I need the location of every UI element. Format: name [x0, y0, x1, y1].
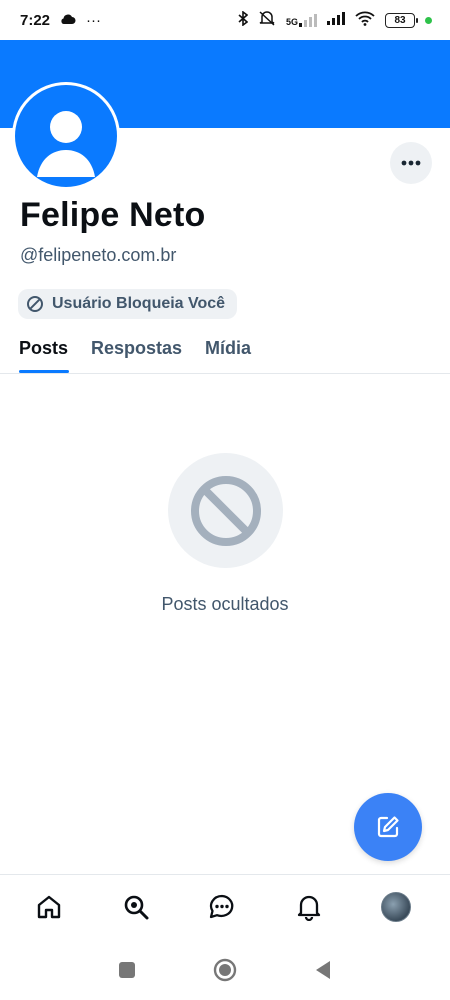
back-button[interactable]: [311, 958, 335, 982]
nav-search-button[interactable]: [118, 889, 154, 925]
search-icon: [124, 895, 149, 920]
status-overflow-dots: ···: [86, 11, 102, 29]
compose-post-button[interactable]: [354, 793, 422, 861]
user-handle: @felipeneto.com.br: [20, 245, 177, 265]
system-navigation-bar: [0, 940, 450, 1000]
nav-chat-button[interactable]: [204, 889, 240, 925]
blocked-icon: [27, 296, 43, 312]
battery-level: 83: [394, 14, 406, 26]
home-button[interactable]: [213, 958, 237, 982]
nav-notifications-button[interactable]: [291, 889, 327, 925]
more-options-button[interactable]: [390, 142, 432, 184]
profile-tabs: Posts Respostas Mídia: [0, 334, 450, 374]
bottom-navigation: [0, 874, 450, 940]
wifi-icon: [355, 11, 375, 30]
nav-profile-button[interactable]: [378, 889, 414, 925]
home-icon: [37, 895, 61, 919]
blocked-status-badge: Usuário Bloqueia Você: [18, 289, 238, 319]
circle-icon: [213, 958, 237, 982]
empty-state-message: Posts ocultados: [161, 594, 289, 614]
status-right: 5G 83: [238, 9, 432, 30]
tab-respostas[interactable]: Respostas: [91, 338, 182, 359]
display-name: Felipe Neto: [20, 196, 206, 234]
chat-icon: [209, 894, 234, 919]
notifications-icon: [297, 895, 321, 921]
empty-state-icon-container: [168, 453, 283, 568]
battery-icon: 83: [385, 12, 418, 28]
status-bar: 7:22 ··· 5G 83: [0, 0, 450, 40]
network-type: 5G: [285, 16, 298, 27]
tab-midia[interactable]: Mídia: [205, 338, 251, 359]
default-avatar-icon: [37, 111, 95, 177]
compose-icon: [377, 816, 399, 838]
back-triangle-icon: [316, 961, 330, 979]
tab-posts[interactable]: Posts: [19, 338, 68, 359]
signal-icon-2: [327, 11, 345, 29]
cloud-icon: [60, 12, 76, 29]
status-left: 7:22 ···: [20, 12, 101, 29]
profile-avatar[interactable]: [12, 82, 120, 190]
blocked-label: Usuário Bloqueia Você: [52, 295, 226, 312]
square-icon: [119, 962, 135, 978]
signal-icon: 5G: [285, 13, 317, 27]
profile-avatar-thumbnail: [381, 892, 411, 922]
active-tab-indicator: [19, 370, 69, 373]
nav-home-button[interactable]: [31, 889, 67, 925]
mute-icon: [258, 10, 276, 30]
bluetooth-icon: [238, 9, 249, 30]
recent-apps-button[interactable]: [115, 958, 139, 982]
profile-screen: 7:22 ··· 5G 83 Felipe Neto @felipeneto.c…: [0, 0, 450, 1000]
ellipsis-icon: [401, 160, 421, 166]
blocked-icon: [190, 475, 261, 546]
privacy-indicator-dot: [425, 16, 432, 24]
status-time: 7:22: [20, 11, 51, 29]
